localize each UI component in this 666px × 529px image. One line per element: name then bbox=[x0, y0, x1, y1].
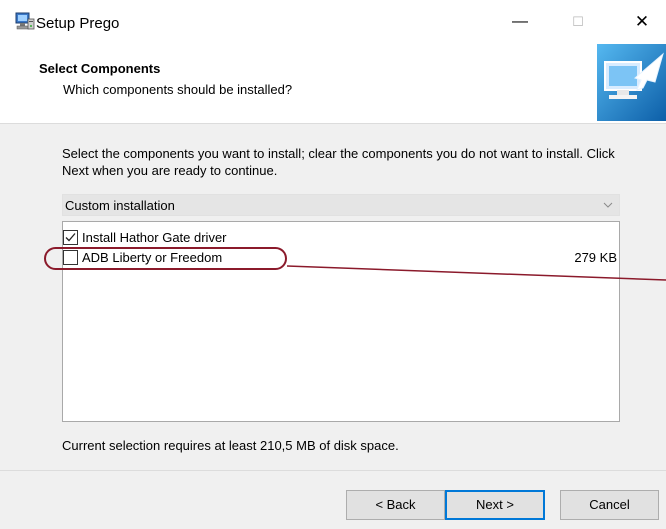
title-bar: Setup Prego — ☐ ✕ bbox=[0, 0, 666, 44]
chevron-down-icon bbox=[603, 196, 613, 217]
installation-type-value: Custom installation bbox=[65, 198, 175, 213]
installation-type-dropdown[interactable]: Custom installation bbox=[62, 194, 620, 216]
wizard-footer: < Back Next > Cancel bbox=[0, 471, 666, 529]
installer-computer-icon bbox=[15, 12, 35, 30]
wizard-body: Select the components you want to instal… bbox=[0, 124, 666, 470]
instructions-text: Select the components you want to instal… bbox=[62, 146, 615, 178]
page-subtitle: Which components should be installed? bbox=[63, 82, 293, 97]
component-size: 279 KB bbox=[574, 250, 617, 265]
list-item[interactable]: Install Hathor Gate driver bbox=[63, 229, 619, 248]
component-checkbox-hathor[interactable] bbox=[63, 230, 78, 245]
close-button[interactable]: ✕ bbox=[622, 9, 662, 35]
window-title: Setup Prego bbox=[36, 15, 120, 32]
cancel-button[interactable]: Cancel bbox=[560, 490, 659, 520]
checkmark-icon bbox=[65, 233, 76, 242]
back-button[interactable]: < Back bbox=[346, 490, 445, 520]
disk-space-requirement: Current selection requires at least 210,… bbox=[62, 438, 399, 453]
monitor-arrow-icon bbox=[597, 44, 666, 121]
annotation-highlight bbox=[44, 247, 287, 270]
wizard-header: Select Components Which components shoul… bbox=[0, 44, 666, 122]
next-button[interactable]: Next > bbox=[445, 490, 545, 520]
minimize-button[interactable]: — bbox=[500, 9, 540, 35]
component-label: Install Hathor Gate driver bbox=[82, 230, 227, 245]
maximize-button[interactable]: ☐ bbox=[558, 9, 598, 35]
page-title: Select Components bbox=[39, 61, 161, 76]
